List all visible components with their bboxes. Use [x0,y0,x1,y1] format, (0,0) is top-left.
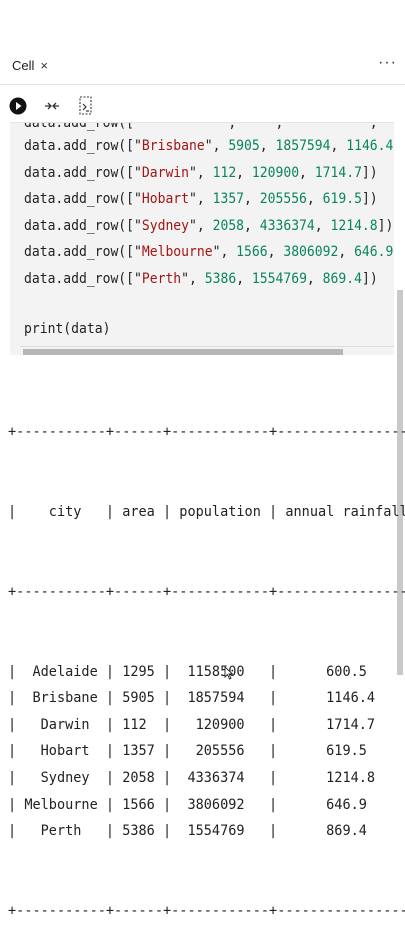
code-line: data.add_row(["Melbourne", 1566, 3806092… [24,244,394,260]
code-cell[interactable]: data.add_row([" ", , , ] data.add_row(["… [10,122,394,355]
more-options-icon[interactable]: ··· [378,54,397,72]
code-line: data.add_row(["Perth", 5386, 1554769, 86… [24,270,378,287]
table-border-top: +-----------+------+------------+-------… [8,424,405,441]
code-line: data.add_row(["Brisbane", 5905, 1857594,… [24,138,394,154]
table-row: | Hobart | 1357 | 205556 | 619.5 | [8,743,405,760]
code-line: data.add_row(["Hobart", 1357, 205556, 61… [24,191,378,207]
table-border-bottom: +-----------+------+------------+-------… [8,902,405,919]
table-row: | Brisbane | 5905 | 1857594 | 1146.4 | [8,690,405,707]
app-top-area [0,0,405,48]
tab-bar: Cell × ··· [0,48,405,85]
horizontal-scrollbar[interactable] [23,349,343,355]
code-line-partial: data.add_row([" ", , , ] [24,122,378,131]
table-header: | city | area | population | annual rain… [8,503,405,520]
close-icon[interactable]: × [40,58,48,73]
run-icon[interactable] [8,96,28,116]
table-row: | Sydney | 2058 | 4336374 | 1214.8 | [8,769,405,786]
output-table: +-----------+------+------------+-------… [8,366,405,951]
code-editor[interactable]: data.add_row(["Brisbane", 5905, 1857594,… [24,133,394,292]
tab-label: Cell [12,57,35,73]
table-border-mid: +-----------+------+------------+-------… [8,583,405,600]
print-statement: print(data) [24,321,111,337]
tab-cell[interactable]: Cell × [6,48,54,82]
table-row: | Darwin | 112 | 120900 | 1714.7 | [8,716,405,733]
table-row: | Melbourne | 1566 | 3806092 | 646.9 | [8,796,405,813]
mouse-cursor-icon [224,665,234,685]
collapse-icon[interactable] [42,96,62,116]
cell-toolbar [0,85,405,127]
code-line: data.add_row(["Sydney", 2058, 4336374, 1… [24,217,394,234]
table-row: | Adelaide | 1295 | 1158500 | 600.5 | [8,663,405,680]
table-row: | Perth | 5386 | 1554769 | 869.4 | [8,823,405,840]
code-line: data.add_row(["Darwin", 112, 120900, 171… [24,164,378,181]
output-icon[interactable] [76,96,96,116]
divider [20,346,394,347]
